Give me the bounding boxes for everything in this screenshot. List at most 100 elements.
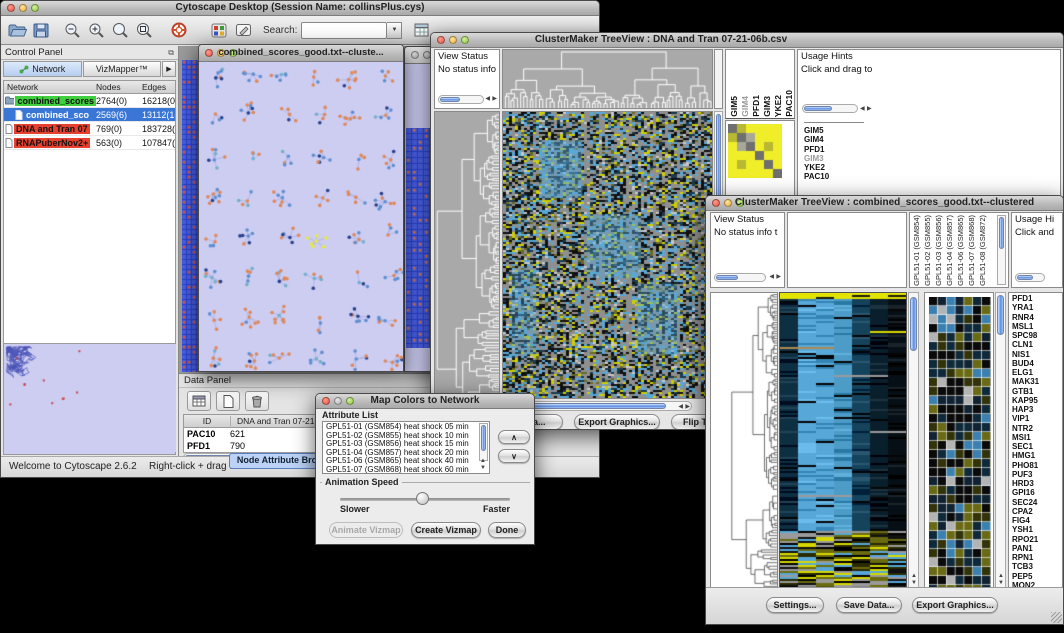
- column-dendrogram-canvas[interactable]: [503, 50, 712, 108]
- tab-vizmapper[interactable]: VizMapper™: [83, 61, 162, 77]
- zoom-in-icon[interactable]: [85, 19, 109, 41]
- scroll-right-icon[interactable]: ▶: [492, 96, 497, 102]
- zoom-out-icon[interactable]: [61, 19, 85, 41]
- export-graphics-button[interactable]: Export Graphics...: [574, 414, 660, 430]
- scroll-left-icon[interactable]: ◀: [769, 274, 774, 280]
- scroll-up-icon[interactable]: ▲: [998, 573, 1004, 579]
- attribute-listbox[interactable]: GPL51-01 (GSM854) heat shock 05 minGPL51…: [322, 421, 490, 474]
- search-input[interactable]: [301, 22, 387, 39]
- network-row-dna-tran[interactable]: DNA and Tran 07 769(0) 183728(0): [4, 122, 175, 136]
- close-button[interactable]: [411, 51, 419, 59]
- scrollbar-thumb[interactable]: [1017, 275, 1033, 280]
- vizmapper-icon[interactable]: [207, 19, 231, 41]
- zoom-selected-icon[interactable]: [133, 19, 157, 41]
- network-overview-canvas[interactable]: [4, 344, 176, 452]
- treeview2-column-dendrogram-area[interactable]: [787, 212, 907, 288]
- view-status-scrollbar[interactable]: [438, 95, 484, 104]
- correlation-matrix-canvas[interactable]: [728, 124, 782, 178]
- save-data-button[interactable]: Save Data...: [836, 597, 902, 613]
- done-button[interactable]: Done: [488, 522, 526, 538]
- view-status-scrollbar[interactable]: [714, 273, 766, 282]
- scrollbar-thumb[interactable]: [481, 425, 486, 451]
- treeview2-zoomview[interactable]: [924, 292, 994, 589]
- attribute-items[interactable]: GPL51-01 (GSM854) heat shock 05 minGPL51…: [326, 423, 469, 474]
- float-panel-icon[interactable]: ⧉: [168, 48, 174, 58]
- network-table-header[interactable]: Network Nodes Edges: [4, 81, 175, 94]
- scroll-left-icon[interactable]: ◀: [678, 404, 683, 410]
- export-graphics-button[interactable]: Export Graphics...: [912, 597, 998, 613]
- folder-icon: [5, 96, 14, 105]
- heatmap-canvas[interactable]: [503, 112, 712, 398]
- col-network[interactable]: Network: [4, 82, 96, 92]
- treeview1-column-dendrogram[interactable]: [502, 49, 713, 109]
- scroll-down-icon[interactable]: ▼: [480, 465, 486, 471]
- close-button[interactable]: [437, 36, 445, 44]
- usage-hints-scrollbar[interactable]: [1015, 273, 1045, 282]
- scrollbar-thumb[interactable]: [716, 275, 738, 280]
- network-row-combined-sco-selected[interactable]: combined_sco 2569(6) 13112(15): [4, 108, 175, 122]
- animation-speed-slider-thumb[interactable]: [416, 492, 429, 505]
- column-labels-scrollbar[interactable]: [997, 215, 1006, 285]
- col-nodes[interactable]: Nodes: [96, 82, 142, 92]
- select-attributes-icon[interactable]: [187, 391, 211, 411]
- col-edges[interactable]: Edges: [142, 82, 175, 92]
- scroll-right-icon[interactable]: ▶: [685, 404, 690, 410]
- new-attribute-icon[interactable]: [216, 391, 240, 411]
- tab-network[interactable]: Network: [3, 61, 82, 77]
- scrollbar-thumb[interactable]: [999, 217, 1004, 249]
- treeview1-heatmap[interactable]: [502, 111, 713, 399]
- settings-button[interactable]: Settings...: [766, 597, 824, 613]
- scrollbar-thumb[interactable]: [716, 114, 721, 202]
- scroll-up-icon[interactable]: ▲: [480, 458, 486, 464]
- scrollbar-thumb[interactable]: [997, 295, 1004, 335]
- scroll-down-icon[interactable]: ▼: [911, 580, 917, 586]
- dialog-titlebar[interactable]: Map Colors to Network: [316, 394, 534, 409]
- move-up-button[interactable]: ∧: [498, 430, 530, 444]
- treeview2-heatmap[interactable]: [779, 292, 907, 589]
- scroll-down-icon[interactable]: ▼: [998, 580, 1004, 586]
- animate-vizmap-button[interactable]: Animate Vizmap: [329, 522, 403, 538]
- gene-list-scrollbar[interactable]: ▲ ▼: [995, 292, 1006, 589]
- network-window-1-titlebar[interactable]: combined_scores_good.txt--cluste...: [199, 45, 403, 62]
- gene-label-list[interactable]: PFD1YRA1RNR4MSL1SPC98CLN1NIS1BUD4ELG1MAK…: [1012, 294, 1039, 589]
- annotation-icon[interactable]: [231, 19, 255, 41]
- treeview2-vscrollbar[interactable]: ▲ ▼: [908, 292, 919, 589]
- treeview1-row-dendrogram[interactable]: [434, 111, 500, 429]
- network-overview-panel[interactable]: [3, 343, 176, 455]
- scrollbar-thumb[interactable]: [910, 297, 917, 351]
- network-view-1[interactable]: [199, 62, 403, 371]
- usage-hints-scrollbar[interactable]: [802, 104, 858, 113]
- dense-grid-network-strip[interactable]: [182, 60, 198, 372]
- zoom-fit-icon[interactable]: [109, 19, 133, 41]
- heatmap-canvas[interactable]: [780, 293, 906, 588]
- move-down-button[interactable]: ∨: [498, 449, 530, 463]
- scroll-left-icon[interactable]: ◀: [485, 96, 490, 102]
- attribute-list-scrollbar[interactable]: [479, 423, 488, 461]
- main-window-titlebar[interactable]: Cytoscape Desktop (Session Name: collins…: [1, 1, 599, 16]
- tab-overflow-arrow[interactable]: ▶: [162, 61, 176, 77]
- scroll-right-icon[interactable]: ▶: [776, 274, 781, 280]
- search-combo-arrow[interactable]: ▼: [387, 22, 402, 39]
- col-id[interactable]: ID: [184, 416, 231, 426]
- open-file-icon[interactable]: [5, 19, 29, 41]
- delete-attribute-trash-icon[interactable]: [245, 391, 269, 411]
- treeview1-titlebar[interactable]: ClusterMaker TreeView : DNA and Tran 07-…: [431, 33, 1063, 48]
- row-dendrogram-canvas[interactable]: [711, 293, 777, 588]
- scroll-up-icon[interactable]: ▲: [911, 573, 917, 579]
- help-lifesaver-icon[interactable]: [167, 19, 191, 41]
- occluded-network-window-sliver: [182, 60, 198, 372]
- zoomview-heatmap-canvas[interactable]: [929, 297, 991, 587]
- scrollbar-thumb[interactable]: [440, 97, 460, 102]
- scroll-right-icon[interactable]: ▶: [867, 106, 872, 112]
- row-dendrogram-canvas[interactable]: [435, 112, 499, 428]
- network-row-rnapuber[interactable]: RNAPuberNov2+ 563(0) 107847(0): [4, 136, 175, 150]
- resize-grip[interactable]: [1051, 612, 1062, 623]
- scroll-left-icon[interactable]: ◀: [860, 106, 865, 112]
- treeview2-titlebar[interactable]: ClusterMaker TreeView : combined_scores_…: [706, 196, 1063, 211]
- save-icon[interactable]: [29, 19, 53, 41]
- network-row-combined-scores[interactable]: combined_scores 2764(0) 16218(0): [4, 94, 175, 108]
- treeview2-row-dendrogram[interactable]: [710, 292, 778, 589]
- create-vizmap-button[interactable]: Create Vizmap: [411, 522, 481, 538]
- network-clusters-canvas[interactable]: [199, 62, 403, 372]
- scrollbar-thumb[interactable]: [804, 106, 832, 111]
